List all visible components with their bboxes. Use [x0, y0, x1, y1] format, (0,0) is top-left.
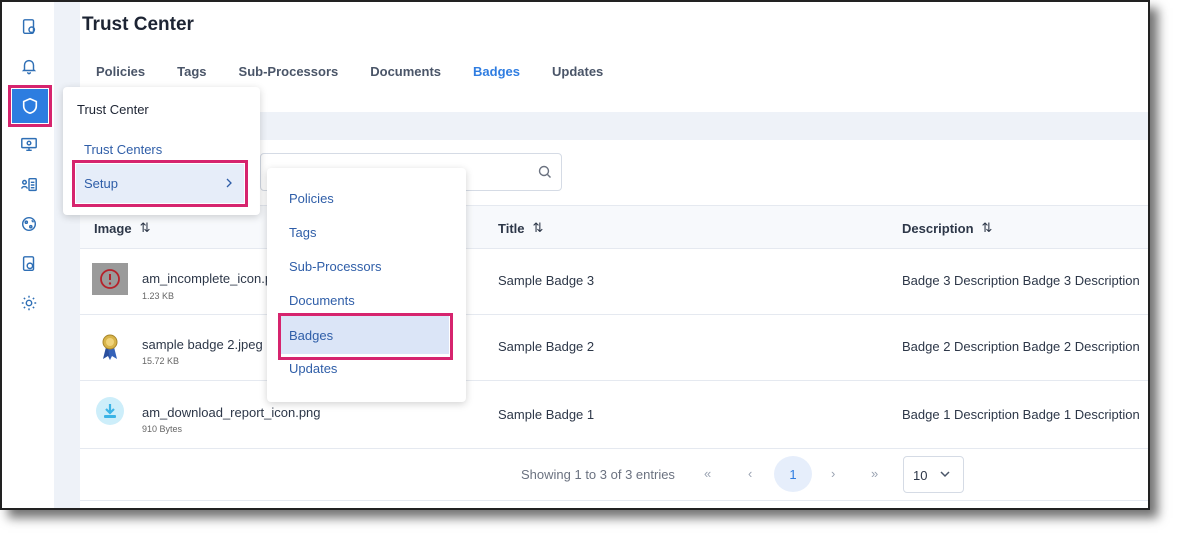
file-size: 910 Bytes — [142, 424, 183, 434]
sort-icon[interactable]: ⇅ — [533, 220, 544, 236]
settings-icon[interactable] — [18, 292, 40, 314]
main-content: Trust Center Policies Tags Sub-Processor… — [80, 2, 1148, 508]
file-name: sample badge 2.jpeg — [142, 337, 263, 352]
first-page-button[interactable]: « — [704, 466, 711, 481]
sort-icon[interactable]: ⇅ — [982, 220, 993, 236]
submenu-item-policies[interactable]: Policies — [289, 191, 334, 206]
file-name: am_download_report_icon.png — [142, 405, 321, 420]
submenu-item-tags[interactable]: Tags — [289, 225, 316, 240]
badges-table: Image ⇅ Title ⇅ Description ⇅ am_incompl… — [80, 205, 1148, 449]
header-image-label: Image — [94, 220, 132, 236]
badge-description: Badge 1 Description Badge 1 Description — [902, 407, 1140, 422]
tab-sub-processors[interactable]: Sub-Processors — [239, 64, 339, 79]
menu-item-trust-centers[interactable]: Trust Centers — [84, 142, 162, 157]
menu-item-setup[interactable]: Setup — [76, 164, 244, 203]
tab-updates[interactable]: Updates — [552, 64, 603, 79]
header-title[interactable]: Title ⇅ — [498, 220, 543, 236]
prev-page-button[interactable]: ‹ — [748, 466, 752, 481]
header-title-label: Title — [498, 220, 525, 236]
page-title: Trust Center — [82, 14, 194, 35]
sidebar — [2, 2, 56, 508]
submenu-item-badges[interactable]: Badges — [281, 316, 449, 354]
page-size-value: 10 — [913, 468, 928, 483]
last-page-button[interactable]: » — [871, 466, 878, 481]
file-name: am_incomplete_icon.png — [142, 271, 287, 286]
header-image[interactable]: Image ⇅ — [94, 220, 150, 236]
incomplete-icon — [92, 263, 128, 295]
tab-bar: Policies Tags Sub-Processors Documents B… — [96, 64, 635, 79]
tab-badges[interactable]: Badges — [473, 64, 520, 79]
table-row[interactable]: am_download_report_icon.png 910 Bytes Sa… — [80, 381, 1148, 449]
integrations-icon[interactable] — [18, 213, 40, 235]
setup-label: Setup — [84, 176, 118, 191]
file-size: 15.72 KB — [142, 356, 180, 366]
submenu-item-documents[interactable]: Documents — [289, 293, 355, 308]
chevron-right-icon — [226, 178, 232, 188]
badge-title: Sample Badge 2 — [498, 339, 595, 354]
badges-label: Badges — [289, 327, 334, 343]
table-row[interactable]: sample badge 2.jpeg 15.72 KB Sample Badg… — [80, 315, 1148, 381]
search-icon — [538, 165, 551, 178]
setup-submenu: Policies Tags Sub-Processors Documents B… — [267, 168, 466, 402]
shield-icon[interactable] — [12, 89, 48, 123]
medal-icon — [92, 331, 128, 363]
submenu-item-updates[interactable]: Updates — [289, 361, 337, 376]
tab-policies[interactable]: Policies — [96, 64, 145, 79]
table-row[interactable]: am_incomplete_icon.png 1.23 KB Sample Ba… — [80, 249, 1148, 315]
page-size-select[interactable]: 10 — [903, 456, 964, 493]
badge-title: Sample Badge 3 — [498, 273, 595, 288]
chevron-down-icon — [940, 471, 950, 478]
trust-center-menu: Trust Center Trust Centers Setup — [63, 87, 260, 215]
download-icon — [92, 395, 128, 427]
submenu-item-sub-processors[interactable]: Sub-Processors — [289, 259, 381, 274]
document-icon[interactable] — [18, 253, 40, 275]
pagination: Showing 1 to 3 of 3 entries « ‹ 1 › » 10 — [80, 447, 1148, 501]
badge-description: Badge 3 Description Badge 3 Description — [902, 273, 1140, 288]
header-description-label: Description — [902, 220, 974, 236]
header-description[interactable]: Description ⇅ — [902, 220, 992, 236]
pagination-summary: Showing 1 to 3 of 3 entries — [521, 467, 675, 482]
app-window: Trust Center Policies Tags Sub-Processor… — [0, 0, 1150, 510]
sort-icon[interactable]: ⇅ — [140, 220, 151, 236]
bell-icon[interactable] — [18, 55, 40, 77]
sidebar-divider — [54, 2, 80, 508]
contacts-icon[interactable] — [18, 174, 40, 196]
next-page-button[interactable]: › — [831, 466, 835, 481]
monitor-icon[interactable] — [18, 133, 40, 155]
file-size: 1.23 KB — [142, 291, 175, 301]
menu-title: Trust Center — [77, 102, 149, 117]
tab-documents[interactable]: Documents — [370, 64, 441, 79]
tab-tags[interactable]: Tags — [177, 64, 206, 79]
page-1-button[interactable]: 1 — [774, 456, 812, 492]
badge-description: Badge 2 Description Badge 2 Description — [902, 339, 1140, 354]
badge-title: Sample Badge 1 — [498, 407, 595, 422]
dashboard-icon[interactable] — [18, 16, 40, 38]
